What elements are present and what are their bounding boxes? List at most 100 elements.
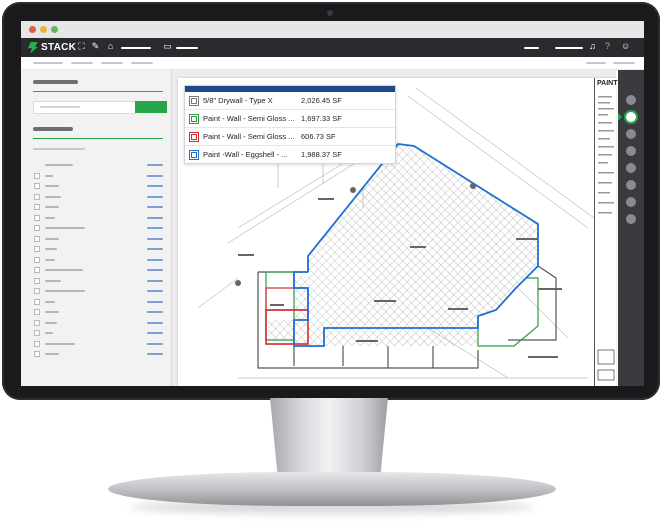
item-checkbox[interactable] xyxy=(34,288,40,294)
search-button[interactable] xyxy=(135,101,167,113)
subnav-item[interactable] xyxy=(101,62,123,64)
nav-link-placeholder[interactable] xyxy=(555,47,583,49)
item-name-placeholder xyxy=(45,195,61,198)
item-checkbox[interactable] xyxy=(34,183,40,189)
condition-quantity: 606.73 SF xyxy=(301,132,336,141)
takeoff-list-item[interactable] xyxy=(33,286,163,296)
item-checkbox[interactable] xyxy=(34,277,40,284)
close-window-dot[interactable] xyxy=(29,26,36,33)
item-quantity-placeholder xyxy=(147,227,163,229)
layer-toggle[interactable] xyxy=(626,214,636,224)
search-input[interactable] xyxy=(33,101,136,114)
item-name-placeholder xyxy=(45,290,85,292)
subnav-item[interactable] xyxy=(131,62,153,64)
takeoff-list-item[interactable] xyxy=(33,244,163,254)
item-checkbox[interactable] xyxy=(34,298,40,305)
item-name-placeholder xyxy=(45,279,61,282)
item-quantity-placeholder xyxy=(147,342,163,345)
home-icon[interactable]: ⌂ xyxy=(106,42,115,51)
subnav-item[interactable] xyxy=(71,62,93,64)
legend-row[interactable]: Paint -Wall - Eggshell - ... 1,988.37 SF xyxy=(185,145,395,163)
item-checkbox[interactable] xyxy=(34,319,40,326)
item-quantity-placeholder xyxy=(147,353,163,355)
takeoff-list-item[interactable] xyxy=(33,265,163,275)
item-quantity-placeholder xyxy=(147,174,163,177)
monitor-frame: STACK ⛶ ✎ ⌂ ▭ ♫ ? ☺ PAINT 5/8" Drywall -… xyxy=(2,2,660,400)
condition-swatch-icon xyxy=(189,113,199,124)
maximize-window-dot[interactable] xyxy=(51,26,58,33)
item-checkbox[interactable] xyxy=(34,351,40,357)
item-checkbox[interactable] xyxy=(34,267,40,273)
right-toolbar xyxy=(618,70,644,386)
legend-row[interactable]: Paint - Wall - Semi Gloss ... 606.73 SF xyxy=(185,127,395,145)
layer-toggle-active[interactable] xyxy=(626,112,636,122)
takeoff-list-item[interactable] xyxy=(33,307,163,317)
item-checkbox[interactable] xyxy=(34,225,40,231)
takeoff-list-item[interactable] xyxy=(33,297,163,307)
layer-toggle[interactable] xyxy=(626,129,636,139)
item-quantity-placeholder xyxy=(147,311,163,313)
takeoff-list-item[interactable] xyxy=(33,328,163,338)
takeoff-list-item[interactable] xyxy=(33,255,163,265)
item-quantity-placeholder xyxy=(147,164,163,166)
layer-toggle[interactable] xyxy=(626,146,636,156)
layer-toggle[interactable] xyxy=(626,197,636,207)
bell-icon[interactable]: ♫ xyxy=(588,42,597,51)
item-checkbox[interactable] xyxy=(34,172,40,179)
condition-quantity: 1,988.37 SF xyxy=(301,150,342,159)
date-placeholder[interactable] xyxy=(176,47,198,49)
condition-swatch-icon xyxy=(189,131,199,142)
user-icon[interactable]: ☺ xyxy=(621,42,630,51)
takeoff-list-item[interactable] xyxy=(33,339,163,349)
edit-icon[interactable]: ✎ xyxy=(91,42,100,51)
project-name-placeholder[interactable] xyxy=(121,47,151,49)
item-quantity-placeholder xyxy=(147,237,163,240)
condition-quantity: 1,697.33 SF xyxy=(301,114,342,123)
item-checkbox[interactable] xyxy=(34,214,40,221)
takeoff-list-item[interactable] xyxy=(33,192,163,202)
sub-toolbar xyxy=(21,57,644,70)
item-quantity-placeholder xyxy=(147,300,163,303)
takeoff-list-item[interactable] xyxy=(33,223,163,233)
fullscreen-icon[interactable]: ⛶ xyxy=(77,42,86,51)
legend-row[interactable]: Paint - Wall - Semi Gloss ... 1,697.33 SF xyxy=(185,109,395,127)
item-checkbox[interactable] xyxy=(34,330,40,336)
takeoff-list-item[interactable] xyxy=(33,234,163,244)
item-checkbox[interactable] xyxy=(34,309,40,315)
item-quantity-placeholder xyxy=(147,195,163,198)
condition-name: Paint - Wall - Semi Gloss ... xyxy=(203,114,295,123)
item-quantity-placeholder xyxy=(147,290,163,292)
item-checkbox[interactable] xyxy=(34,193,40,200)
minimize-window-dot[interactable] xyxy=(40,26,47,33)
subnav-item[interactable] xyxy=(33,62,63,64)
browser-chrome xyxy=(21,21,644,38)
app-header: STACK ⛶ ✎ ⌂ ▭ ♫ ? ☺ xyxy=(21,38,644,57)
takeoff-list-item[interactable] xyxy=(33,160,163,170)
takeoff-list-item[interactable] xyxy=(33,213,163,223)
item-name-placeholder xyxy=(45,300,55,303)
condition-quantity: 2,026.45 SF xyxy=(301,96,342,105)
item-checkbox[interactable] xyxy=(34,235,40,242)
takeoff-list-item[interactable] xyxy=(33,171,163,181)
item-checkbox[interactable] xyxy=(34,340,40,347)
item-checkbox[interactable] xyxy=(34,256,40,263)
stack-logo[interactable]: STACK xyxy=(28,41,76,54)
help-icon[interactable]: ? xyxy=(603,42,612,51)
nav-link-placeholder[interactable] xyxy=(524,47,539,49)
item-checkbox[interactable] xyxy=(34,204,40,210)
legend-row[interactable]: 5/8" Drywall - Type X 2,026.45 SF xyxy=(185,92,395,109)
takeoff-legend: 5/8" Drywall - Type X 2,026.45 SF Paint - … xyxy=(184,85,396,164)
condition-name: Paint -Wall - Eggshell - ... xyxy=(203,150,288,159)
subnav-item[interactable] xyxy=(586,62,606,64)
takeoff-list-item[interactable] xyxy=(33,202,163,212)
subnav-item[interactable] xyxy=(613,62,635,64)
layer-toggle[interactable] xyxy=(626,163,636,173)
layer-toggle[interactable] xyxy=(626,180,636,190)
takeoff-list-item[interactable] xyxy=(33,349,163,359)
calendar-icon[interactable]: ▭ xyxy=(163,42,172,51)
item-checkbox[interactable] xyxy=(34,246,40,252)
takeoff-list-item[interactable] xyxy=(33,276,163,286)
takeoff-list-item[interactable] xyxy=(33,181,163,191)
takeoff-list-item[interactable] xyxy=(33,318,163,328)
layer-toggle[interactable] xyxy=(626,95,636,105)
